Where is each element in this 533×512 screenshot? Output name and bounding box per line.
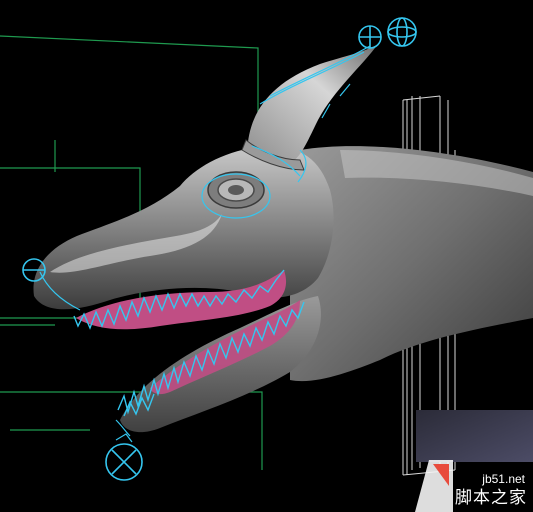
control-handle-snout[interactable] xyxy=(22,258,46,282)
viewcube-panel xyxy=(416,410,533,462)
eye-center xyxy=(228,185,244,195)
control-handle-horn-1[interactable] xyxy=(358,25,382,49)
horn-mesh xyxy=(248,44,378,162)
head-mesh xyxy=(33,146,334,310)
3d-viewport[interactable] xyxy=(0,0,533,512)
watermark: jb51.net 脚本之家 xyxy=(415,460,533,512)
document-icon xyxy=(415,460,453,512)
control-handle-jaw[interactable] xyxy=(105,443,143,481)
watermark-name: 脚本之家 xyxy=(455,488,527,508)
control-handle-horn-2[interactable] xyxy=(387,17,417,47)
